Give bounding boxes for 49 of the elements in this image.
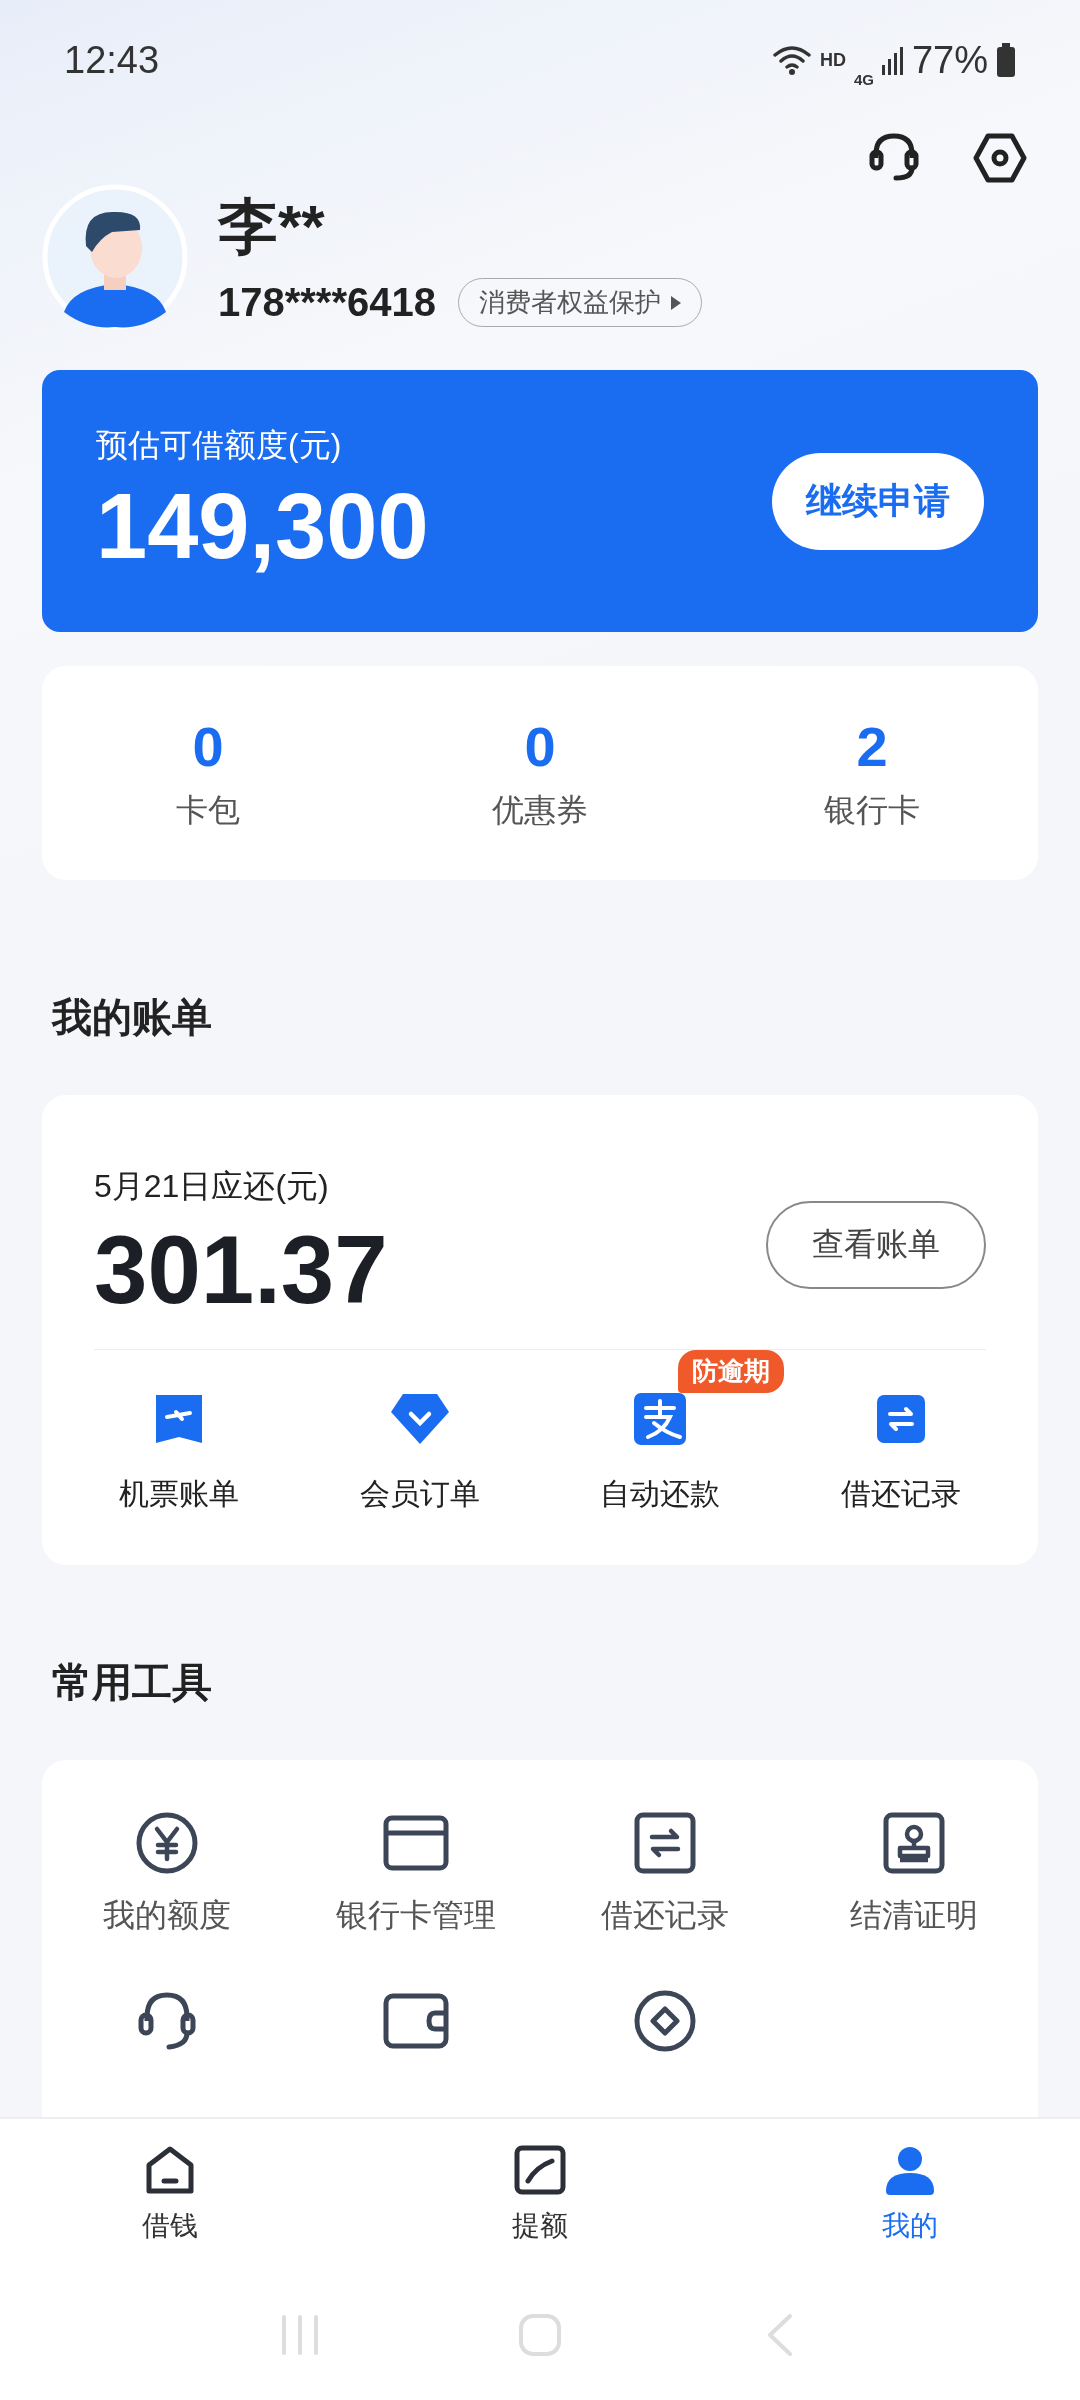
hd-indicator: HD	[819, 49, 846, 71]
credit-label: 预估可借额度(元)	[96, 425, 343, 465]
section-title: 我的账单	[52, 994, 213, 1041]
person-icon[interactable]	[884, 2144, 936, 2195]
transfer-icon[interactable]	[633, 1812, 696, 1874]
battery-icon	[996, 43, 1016, 77]
shortcut-label[interactable]: 机票账单	[119, 1474, 239, 1515]
view-bill-button[interactable]: 查看账单	[766, 1201, 986, 1289]
bank-card-icon[interactable]	[382, 1815, 449, 1871]
certificate-icon[interactable]	[882, 1812, 945, 1874]
credit-amount: 149,300	[96, 473, 429, 579]
battery-percent: 77%	[911, 38, 988, 82]
transfer-icon[interactable]	[876, 1395, 925, 1443]
ticket-icon[interactable]	[154, 1393, 204, 1445]
stat-value[interactable]: 0	[524, 713, 556, 779]
stat-label[interactable]: 优惠券	[492, 788, 588, 833]
user-name: 李**	[218, 192, 326, 262]
caret-icon	[671, 295, 681, 310]
shortcut-label[interactable]: 自动还款	[600, 1474, 721, 1515]
status-time: 12:43	[64, 38, 160, 82]
shortcut-label[interactable]: 会员订单	[359, 1474, 480, 1515]
overdue-badge: 防逾期	[678, 1350, 785, 1393]
signal-icon	[881, 45, 904, 75]
payment-icon[interactable]	[634, 1393, 687, 1445]
home-icon[interactable]	[145, 2144, 195, 2195]
shortcut-label[interactable]: 借还记录	[840, 1474, 961, 1515]
coin-icon[interactable]	[632, 1989, 697, 2053]
yen-icon[interactable]	[134, 1811, 199, 1875]
phone-number: 178****6418	[218, 280, 436, 325]
wifi-icon	[771, 44, 812, 76]
tool-label[interactable]: 我的额度	[102, 1894, 231, 1938]
wallet-icon[interactable]	[382, 1993, 449, 2049]
stat-value[interactable]: 0	[192, 713, 224, 779]
due-amount: 301.37	[94, 1215, 388, 1325]
diamond-icon[interactable]	[388, 1392, 451, 1446]
nav-label[interactable]: 我的	[882, 2206, 938, 2245]
due-label: 5月21日应还(元)	[94, 1167, 330, 1206]
tool-label[interactable]: 借还记录	[600, 1894, 729, 1938]
tool-label[interactable]: 结清证明	[849, 1894, 978, 1938]
stat-label[interactable]: 卡包	[176, 788, 240, 833]
stat-value[interactable]: 2	[856, 713, 888, 779]
stat-label[interactable]: 银行卡	[824, 788, 920, 833]
network-type: 4G	[853, 70, 874, 88]
tool-label[interactable]: 银行卡管理	[335, 1894, 496, 1938]
nav-label[interactable]: 借钱	[142, 2206, 198, 2245]
section-title: 常用工具	[52, 1659, 213, 1706]
nav-label[interactable]: 提额	[512, 2206, 568, 2245]
trend-icon[interactable]	[514, 2144, 566, 2195]
continue-apply-button[interactable]: 继续申请	[772, 452, 984, 550]
